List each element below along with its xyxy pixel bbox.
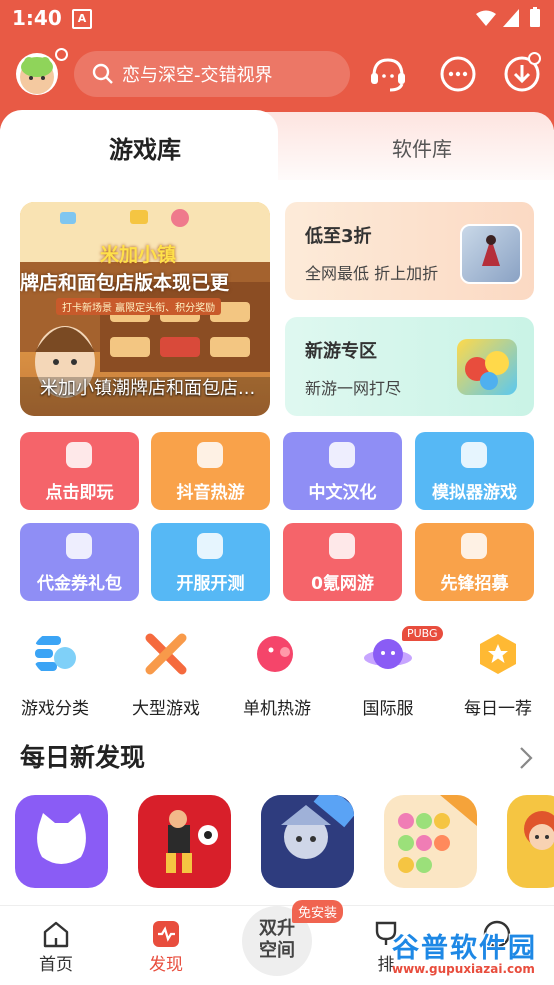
daily-app-4[interactable] xyxy=(384,795,477,888)
tile-douyin-hot[interactable]: 抖音热游 xyxy=(151,432,270,510)
nav-discover[interactable]: 发现 xyxy=(136,950,196,975)
wifi-icon xyxy=(476,10,496,26)
tile-chinese-localized[interactable]: 中文汉化 xyxy=(283,432,402,510)
ghost-icon xyxy=(66,442,92,468)
promo-new-games-game-icon xyxy=(457,339,517,395)
pubg-badge: PUBG xyxy=(402,626,443,641)
category-list-icon xyxy=(35,636,76,671)
message-icon[interactable] xyxy=(438,54,478,94)
category-daily-pick[interactable]: 每日一荐 xyxy=(448,632,548,719)
notification-icon: A xyxy=(72,9,92,29)
daily-section-title: 每日新发现 xyxy=(20,743,146,772)
avatar-dot-icon xyxy=(55,48,68,61)
tab-game-library-label: 游戏库 xyxy=(109,136,181,164)
nav-home[interactable]: 首页 xyxy=(26,950,86,975)
banner-art-title: 米加小镇 xyxy=(100,244,177,266)
promo-new-games-subtitle: 新游一网打尽 xyxy=(305,379,402,398)
daily-app-2[interactable] xyxy=(138,795,231,888)
category-large-games[interactable]: 大型游戏 xyxy=(116,632,216,719)
avatar[interactable] xyxy=(16,53,58,95)
daily-app-3[interactable] xyxy=(261,795,354,888)
status-time: 1:40 xyxy=(12,6,62,30)
category-label: 大型游戏 xyxy=(132,699,200,719)
banner-art-subtitle: 牌店和面包店版本现已更 xyxy=(20,272,230,294)
daily-app-1[interactable] xyxy=(15,795,108,888)
promo-discount-title: 低至3折 xyxy=(305,226,372,247)
banner-carousel[interactable]: 米加小镇 牌店和面包店版本现已更 打卡新场景 赢限定头衔、积分奖励 米加小镇潮牌… xyxy=(20,202,270,416)
search-bar[interactable]: 恋与深空-交错视界 xyxy=(74,51,350,97)
promo-discount-subtitle: 全网最低 折上加折 xyxy=(305,264,439,283)
battery-icon xyxy=(530,7,540,27)
banner-caption: 米加小镇潮牌店和面包店... xyxy=(40,378,256,399)
star-box-icon xyxy=(66,533,92,559)
promo-discount-card[interactable]: 低至3折 全网最低 折上加折 xyxy=(285,202,534,300)
home-icon[interactable] xyxy=(41,919,71,949)
watermark-url: www.gupuxiazai.com xyxy=(392,962,535,976)
download-dot-icon xyxy=(528,52,541,65)
warrior-game-icon xyxy=(261,795,354,888)
no-install-badge: 免安装 xyxy=(292,900,344,923)
flag-icon xyxy=(461,533,487,559)
category-label: 国际服 xyxy=(362,699,414,719)
tile-label: 抖音热游 xyxy=(176,483,245,503)
category-label: 单机热游 xyxy=(243,699,311,719)
tile-voucher-gift[interactable]: 代金券礼包 xyxy=(20,523,139,601)
search-placeholder: 恋与深空-交错视界 xyxy=(122,65,273,86)
tile-label: 开服开测 xyxy=(176,574,245,594)
tiktok-icon xyxy=(197,442,223,468)
category-international[interactable]: 国际服 PUBG xyxy=(338,626,443,719)
tile-instant-play[interactable]: 点击即玩 xyxy=(20,432,139,510)
signal-icon xyxy=(503,9,519,27)
tile-label: 中文汉化 xyxy=(308,483,377,503)
promo-new-games-title: 新游专区 xyxy=(305,341,377,362)
tile-label: 代金券礼包 xyxy=(37,574,122,594)
banner-art-tagline: 打卡新场景 赢限定头衔、积分奖励 xyxy=(56,298,222,315)
bookmark-icon xyxy=(329,442,355,468)
category-single-player[interactable]: 单机热游 xyxy=(227,632,327,719)
tile-label: 先锋招募 xyxy=(440,574,509,594)
tile-pioneer-recruit[interactable]: 先锋招募 xyxy=(415,523,534,601)
girl-game-icon xyxy=(524,811,554,850)
daily-app-5[interactable] xyxy=(507,795,554,888)
pacman-icon xyxy=(257,636,293,672)
category-game-types[interactable]: 游戏分类 xyxy=(5,632,105,719)
customer-service-icon[interactable] xyxy=(368,54,408,94)
search-icon xyxy=(92,63,113,84)
chevron-right-icon[interactable] xyxy=(518,745,534,771)
discover-icon[interactable] xyxy=(151,919,181,949)
tile-label: 点击即玩 xyxy=(45,483,114,503)
category-label: 游戏分类 xyxy=(21,699,89,719)
dual-space-label: 双升 空间 xyxy=(259,918,295,961)
watermark-title: 谷普软件园 xyxy=(392,933,537,964)
badge-star-icon xyxy=(480,634,516,674)
status-bar: 1:40 A xyxy=(0,0,554,38)
promo-discount-game-icon xyxy=(460,224,522,284)
tile-free-online[interactable]: 0氪网游 xyxy=(283,523,402,601)
tile-label: 模拟器游戏 xyxy=(432,483,517,503)
gamepad-icon xyxy=(461,442,487,468)
soccer-game-icon xyxy=(166,810,218,873)
swords-icon xyxy=(145,633,187,675)
tile-label: 0氪网游 xyxy=(311,574,374,594)
promo-new-games-card[interactable]: 新游专区 新游一网打尽 xyxy=(285,317,534,416)
candy-game-icon xyxy=(398,795,477,873)
tile-emulator-games[interactable]: 模拟器游戏 xyxy=(415,432,534,510)
category-label: 每日一荐 xyxy=(464,699,532,719)
watermark: 谷普软件园 www.gupuxiazai.com xyxy=(388,924,554,984)
controller-icon xyxy=(329,533,355,559)
tile-server-launch[interactable]: 开服开测 xyxy=(151,523,270,601)
clock-icon xyxy=(197,533,223,559)
tab-software-library[interactable]: 软件库 xyxy=(290,133,554,162)
cat-app-icon xyxy=(37,813,86,864)
